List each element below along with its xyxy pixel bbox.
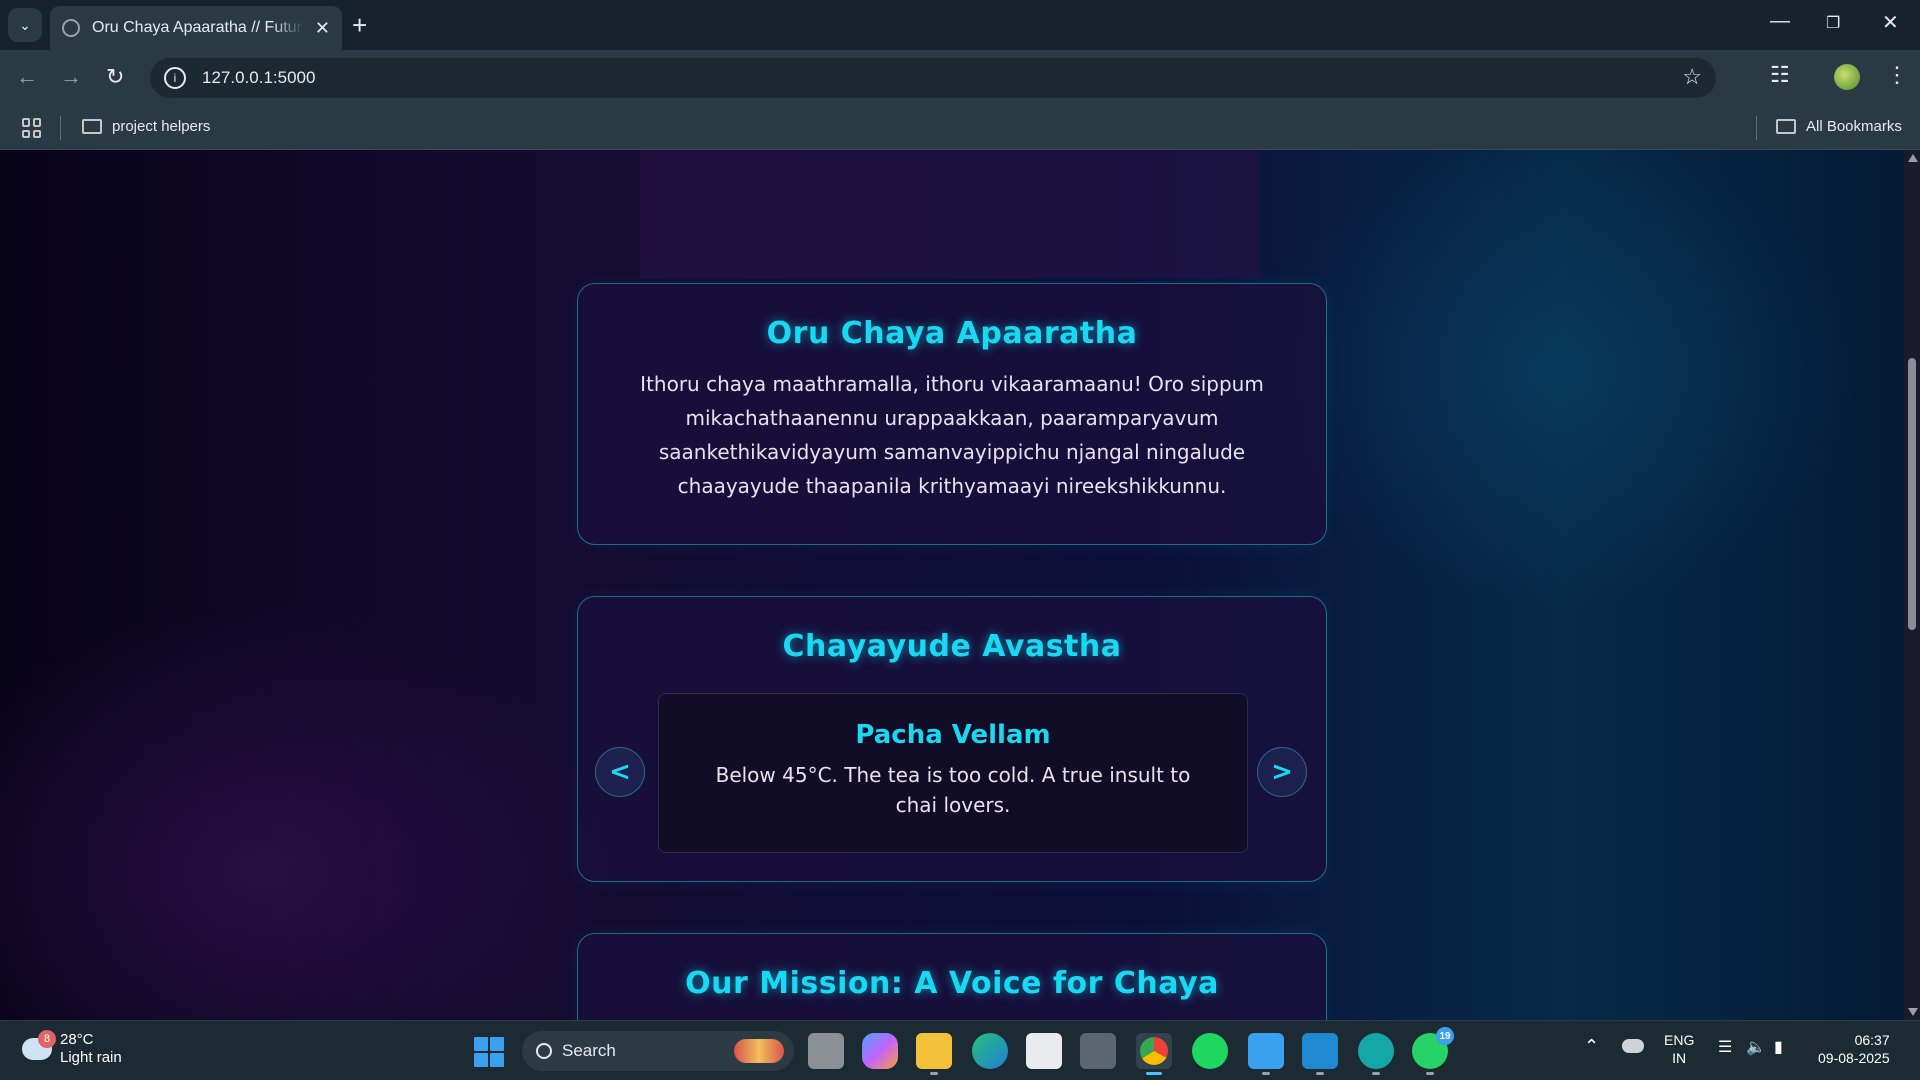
site-info-icon[interactable]: i <box>164 67 186 89</box>
status-card: Chayayude Avastha < Pacha Vellam Below 4… <box>577 596 1327 882</box>
globe-icon <box>62 19 80 37</box>
status-state-name: Pacha Vellam <box>855 720 1051 750</box>
arduino-icon[interactable] <box>1358 1033 1394 1075</box>
apps-grid-icon[interactable] <box>22 118 42 138</box>
status-state-description: Below 45°C. The tea is too cold. A true … <box>715 763 1191 817</box>
bookmark-project-helpers[interactable]: project helpers <box>82 118 210 135</box>
scroll-up-icon[interactable] <box>1908 154 1918 162</box>
weather-badge: 8 <box>38 1030 56 1048</box>
divider <box>60 116 61 140</box>
page-viewport: Oru Chaya Apaaratha Ithoru chaya maathra… <box>0 150 1904 1020</box>
url-text[interactable]: 127.0.0.1:5000 <box>202 68 315 88</box>
lang-top: ENG <box>1664 1032 1695 1048</box>
next-status-button[interactable]: > <box>1257 747 1307 797</box>
hero-panel-bottom <box>640 150 1260 278</box>
task-view-icon[interactable] <box>808 1033 844 1069</box>
bookmarks-bar: project helpers All Bookmarks <box>0 106 1920 150</box>
clock-date: 09-08-2025 <box>1818 1050 1890 1066</box>
clock[interactable]: 06:37 09-08-2025 <box>1818 1031 1890 1067</box>
prev-status-button[interactable]: < <box>595 747 645 797</box>
chevron-up-icon[interactable]: ⌃ <box>1584 1037 1599 1055</box>
search-label: Search <box>562 1041 616 1060</box>
folder-icon <box>82 119 102 134</box>
restore-icon[interactable]: ❐ <box>1826 13 1840 33</box>
search-highlight-icon <box>734 1039 784 1063</box>
scroll-down-icon[interactable] <box>1908 1008 1918 1016</box>
about-body: Ithoru chaya maathramalla, ithoru vikaar… <box>640 372 1264 498</box>
vscode-icon[interactable] <box>1302 1033 1338 1075</box>
onedrive-icon[interactable] <box>1622 1039 1644 1053</box>
folder-icon <box>1776 119 1796 134</box>
chevron-down-icon: ⌄ <box>19 16 31 33</box>
tab-title: Oru Chaya Apaaratha // Futuristic <box>92 19 304 36</box>
notepad-icon[interactable] <box>1248 1033 1284 1075</box>
unity-icon[interactable] <box>1080 1033 1116 1069</box>
windows-start-icon[interactable] <box>474 1037 504 1067</box>
tab-search-button[interactable]: ⌄ <box>8 8 42 42</box>
volume-icon[interactable]: 🔈 <box>1746 1039 1766 1057</box>
browser-tab-active[interactable]: Oru Chaya Apaaratha // Futuristic ✕ <box>50 6 342 50</box>
about-card: Oru Chaya Apaaratha Ithoru chaya maathra… <box>577 283 1327 545</box>
whatsapp-badge: 19 <box>1436 1027 1454 1045</box>
profile-avatar[interactable] <box>1834 64 1860 90</box>
reload-icon[interactable]: ↻ <box>106 64 124 90</box>
forward-arrow-icon[interactable]: → <box>60 64 82 90</box>
all-bookmarks-label: All Bookmarks <box>1806 118 1902 135</box>
taskbar-search[interactable]: Search <box>522 1031 794 1071</box>
wifi-icon[interactable]: ☰ <box>1718 1039 1732 1057</box>
file-explorer-icon[interactable] <box>916 1033 952 1075</box>
page-scrollbar[interactable] <box>1904 150 1920 1020</box>
status-slide: Pacha Vellam Below 45°C. The tea is too … <box>658 693 1248 853</box>
bookmark-label: project helpers <box>112 118 211 135</box>
divider <box>1756 116 1757 140</box>
store-icon[interactable] <box>1026 1033 1062 1069</box>
clock-time: 06:37 <box>1854 1032 1890 1048</box>
address-bar[interactable]: i 127.0.0.1:5000 ☆ <box>150 58 1716 98</box>
weather-widget[interactable]: 8 28°C Light rain <box>22 1030 122 1067</box>
mission-title: Our Mission: A Voice for Chaya <box>685 966 1219 1001</box>
about-title: Oru Chaya Apaaratha <box>766 316 1138 351</box>
language-indicator[interactable]: ENG IN <box>1664 1031 1694 1067</box>
cloud-rain-icon: 8 <box>22 1030 56 1060</box>
all-bookmarks-button[interactable]: All Bookmarks <box>1776 118 1902 135</box>
minimize-icon[interactable]: — <box>1770 10 1790 33</box>
tab-strip: ⌄ Oru Chaya Apaaratha // Futuristic ✕ + … <box>0 0 1920 50</box>
copilot-icon[interactable] <box>862 1033 898 1069</box>
lang-bottom: IN <box>1672 1050 1687 1066</box>
menu-kebab-icon[interactable]: ⋮ <box>1886 62 1908 88</box>
weather-desc: Light rain <box>60 1049 122 1066</box>
spotify-icon[interactable] <box>1192 1033 1228 1069</box>
status-title: Chayayude Avastha <box>782 629 1122 664</box>
chrome-icon[interactable] <box>1136 1033 1172 1075</box>
weather-temp: 28°C <box>60 1031 94 1048</box>
window-close-icon[interactable]: ✕ <box>1882 10 1899 35</box>
navigation-bar: ← → ↻ i 127.0.0.1:5000 ☆ ☷ ⋮ <box>0 50 1920 106</box>
new-tab-button[interactable]: + <box>352 12 367 38</box>
search-icon <box>536 1043 552 1059</box>
edge-icon[interactable] <box>972 1033 1008 1069</box>
windows-taskbar: 8 28°C Light rain Search 19 ⌃ ENG IN ☰ 🔈… <box>0 1020 1920 1080</box>
scrollbar-thumb[interactable] <box>1908 358 1916 630</box>
back-arrow-icon[interactable]: ← <box>16 64 38 90</box>
extensions-icon[interactable]: ☷ <box>1770 62 1790 88</box>
battery-icon[interactable]: ▮ <box>1774 1039 1783 1057</box>
mission-card: Our Mission: A Voice for Chaya <box>577 933 1327 1020</box>
close-icon[interactable]: ✕ <box>315 18 330 39</box>
whatsapp-icon[interactable]: 19 <box>1412 1027 1454 1075</box>
bookmark-star-icon[interactable]: ☆ <box>1682 64 1702 90</box>
